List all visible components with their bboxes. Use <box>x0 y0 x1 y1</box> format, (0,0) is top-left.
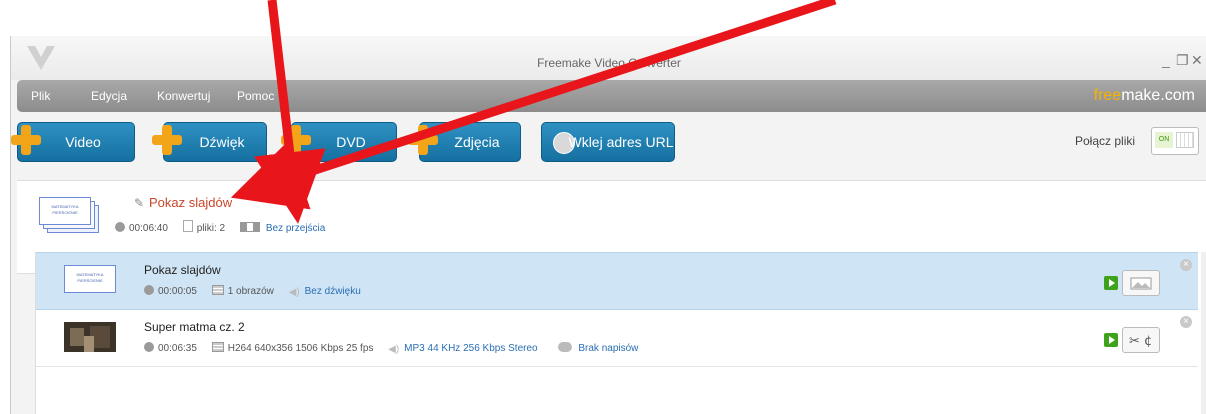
add-photos-plus-icon <box>408 125 438 155</box>
cut-edit-button[interactable]: ✂ ¢ <box>1122 327 1160 353</box>
brand-link[interactable]: freemake.com <box>1094 87 1195 105</box>
app-window: Freemake Video Converter _ ❐ ✕ Plik Edyc… <box>10 36 1206 414</box>
row-slideshow-images: 1 obrazów <box>227 286 274 297</box>
svg-text:✂ ¢: ✂ ¢ <box>1129 334 1152 349</box>
transition-link[interactable]: Bez przejścia <box>266 223 325 234</box>
maximize-button[interactable]: ❐ <box>1176 52 1189 69</box>
slideshow-meta: 00:06:40 pliki: 2 Bez przejścia <box>115 220 325 234</box>
menu-edycja[interactable]: Edycja <box>91 89 127 103</box>
title-bar: Freemake Video Converter _ ❐ ✕ <box>11 36 1206 80</box>
slideshow-thumb: MATEMATYKA PIERŚCIENIE <box>39 197 91 225</box>
pencil-icon[interactable]: ✎ <box>134 196 144 210</box>
brand-make: make.com <box>1121 87 1195 104</box>
scissors-icon: ✂ ¢ <box>1129 334 1152 349</box>
menu-plik[interactable]: Plik <box>31 89 50 103</box>
close-button[interactable]: ✕ <box>1191 52 1203 69</box>
add-audio-plus-icon <box>152 125 182 155</box>
brand-free: free <box>1093 87 1122 104</box>
list-row-video[interactable]: Super matma cz. 2 00:06:35 H264 640x356 … <box>36 310 1198 367</box>
row-video-duration: 00:06:35 <box>158 343 197 354</box>
play-icon[interactable] <box>1104 276 1118 290</box>
top-blank-strip <box>0 0 1206 36</box>
add-video-plus-icon <box>11 125 41 155</box>
remove-row-close-icon[interactable]: × <box>1180 259 1192 271</box>
slideshow-thumb-text: MATEMATYKA PIERŚCIENIE <box>51 204 79 215</box>
slideshow-title[interactable]: Pokaz slajdów <box>149 195 232 210</box>
scrollbar[interactable] <box>1201 252 1206 414</box>
film-icon <box>211 342 224 352</box>
speaker-icon: ◀) <box>288 287 300 298</box>
clock-icon <box>144 342 154 352</box>
slideshow-duration: 00:06:40 <box>129 223 168 234</box>
speaker-icon: ◀) <box>388 344 400 355</box>
remove-row-close-icon[interactable]: × <box>1180 316 1192 328</box>
add-dvd-plus-icon <box>281 125 311 155</box>
slideshow-file-count: pliki: 2 <box>196 223 226 234</box>
row-slideshow-meta: 00:00:05 1 obrazów ◀) Bez dźwięku <box>144 285 361 298</box>
transition-icon <box>239 222 260 232</box>
menu-pomoc[interactable]: Pomoc <box>237 89 274 103</box>
window-title: Freemake Video Converter <box>537 56 681 70</box>
list-row-slideshow[interactable]: MATEMATYKA PIERŚCIENIE Pokaz slajdów 00:… <box>36 252 1198 310</box>
row-video-audio-link[interactable]: MP3 44 KHz 256 Kbps Stereo <box>404 343 537 354</box>
row-slideshow-duration: 00:00:05 <box>158 286 197 297</box>
paste-url-label: Wklej adres URL <box>568 134 674 150</box>
file-icon <box>182 220 193 232</box>
row-video-subtitles-link[interactable]: Brak napisów <box>578 343 638 354</box>
edit-image-button[interactable] <box>1122 270 1160 296</box>
subtitles-icon <box>558 342 573 352</box>
row-slideshow-audio-link[interactable]: Bez dźwięku <box>305 286 361 297</box>
row-slideshow-thumb-text: MATEMATYKA PIERŚCIENIE <box>76 272 104 283</box>
film-icon <box>211 285 224 295</box>
image-icon <box>1130 277 1152 290</box>
row-video-meta: 00:06:35 H264 640x356 1506 Kbps 25 fps ◀… <box>144 342 638 355</box>
row-video-info: H264 640x356 1506 Kbps 25 fps <box>227 343 374 354</box>
video-thumbnail <box>64 322 116 352</box>
clock-icon <box>144 285 154 295</box>
merge-files-toggle[interactable]: ON <box>1151 127 1199 155</box>
row-video-title: Super matma cz. 2 <box>144 320 245 334</box>
menu-konwertuj[interactable]: Konwertuj <box>157 89 210 103</box>
minimize-button[interactable]: _ <box>1162 52 1170 68</box>
row-slideshow-thumb: MATEMATYKA PIERŚCIENIE <box>64 265 116 293</box>
menu-bar: Plik Edycja Konwertuj Pomoc freemake.com <box>17 80 1206 112</box>
merge-files-label: Połącz pliki <box>1075 134 1136 148</box>
toggle-grip-icon <box>1176 132 1194 148</box>
toggle-on-label: ON <box>1155 132 1173 148</box>
file-list: MATEMATYKA PIERŚCIENIE Pokaz slajdów 00:… <box>35 252 1206 414</box>
row-slideshow-title: Pokaz slajdów <box>144 263 221 277</box>
play-icon[interactable] <box>1104 333 1118 347</box>
paste-url-button[interactable]: Wklej adres URL <box>541 122 675 162</box>
clock-icon <box>115 222 125 232</box>
